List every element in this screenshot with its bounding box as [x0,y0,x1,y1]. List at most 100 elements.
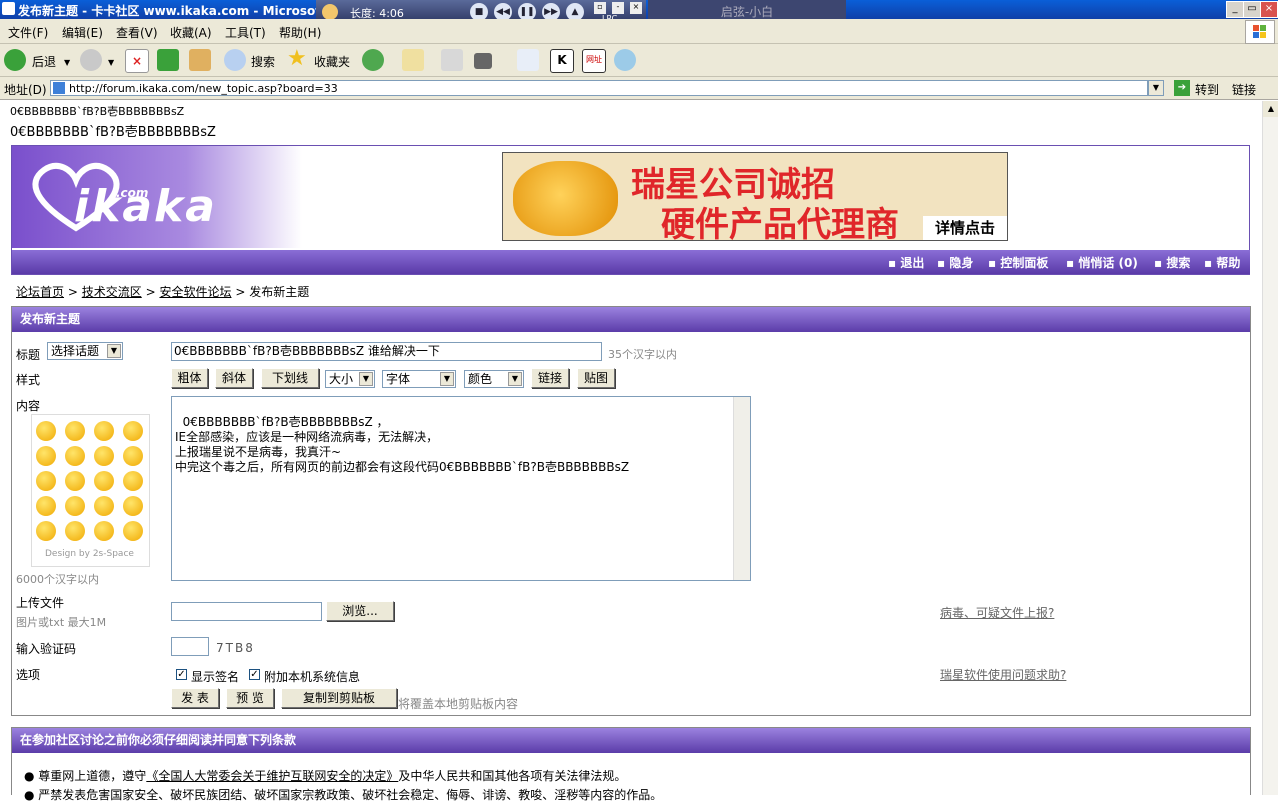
breadcrumb-home[interactable]: 论坛首页 [16,285,64,299]
color-select[interactable]: 颜色 ▼ [464,370,524,388]
smiley-icon[interactable] [94,446,114,466]
menu-view[interactable]: 查看(V) [116,24,158,41]
refresh-icon[interactable] [157,49,179,71]
smiley-icon[interactable] [36,446,56,466]
back-dropdown-icon[interactable]: ▼ [64,58,70,67]
banner-detail-button[interactable]: 详情点击 [923,216,1007,240]
favorites-icon[interactable]: ★ [287,48,307,70]
smiley-icon[interactable] [36,496,56,516]
menu-file[interactable]: 文件(F) [8,24,48,41]
smiley-icon[interactable] [36,521,56,541]
back-icon[interactable] [4,49,26,71]
address-dropdown-icon[interactable]: ▼ [1148,80,1164,96]
page-scrollbar[interactable]: ▲ [1262,101,1278,795]
forward-icon[interactable] [80,49,102,71]
breadcrumb-tech[interactable]: 技术交流区 [82,285,142,299]
maximize-button[interactable]: ▭ [1243,1,1261,18]
help-link[interactable]: 瑞星软件使用问题求助? [940,666,1066,683]
address-label: 地址(D) [4,83,47,97]
forward-dropdown-icon[interactable]: ▼ [108,58,114,67]
favorites-button-label[interactable]: 收藏夹 [314,53,350,70]
mail-icon[interactable] [402,49,424,71]
smiley-icon[interactable] [123,471,143,491]
player-close-button[interactable]: × [630,2,642,14]
edit-icon[interactable] [474,53,492,69]
menu-edit[interactable]: 编辑(E) [62,24,103,41]
smiley-icon[interactable] [36,471,56,491]
smiley-icon[interactable] [123,421,143,441]
k-tool-icon[interactable]: K [550,49,574,73]
smiley-icon[interactable] [94,496,114,516]
home-icon[interactable] [189,49,211,71]
menu-tools[interactable]: 工具(T) [225,24,266,41]
title-input[interactable]: 0€BBBBBBB`fB?B壱BBBBBBBsZ 谁给解决一下 [171,342,602,361]
menu-help[interactable]: 帮助(H) [279,24,321,41]
minimize-button[interactable]: _ [1226,1,1244,18]
search-button-label[interactable]: 搜索 [251,53,275,70]
stop-page-icon[interactable]: × [125,49,149,73]
player-minimize-button[interactable]: - [612,2,624,14]
content-hint: 6000个汉字以内 [16,573,99,586]
smiley-icon[interactable] [65,446,85,466]
link-button[interactable]: 链接 [531,368,569,388]
captcha-input[interactable] [171,637,209,656]
nav-logout[interactable]: ▪ 退出 [888,254,924,271]
address-input[interactable]: http://forum.ikaka.com/new_topic.asp?boa… [50,80,1148,96]
banner-ad[interactable]: 瑞星公司诚招 硬件产品代理商 详情点击 [502,152,1008,245]
content-textarea[interactable]: 0€BBBBBBB`fB?B壱BBBBBBBsZ ， IE全部感染，应该是一种网… [171,396,751,581]
go-arrow-icon[interactable]: ➔ [1174,80,1190,96]
font-select-value: 字体 [386,372,411,386]
people-icon[interactable] [614,49,636,71]
font-select[interactable]: 字体 ▼ [382,370,456,388]
smiley-icon[interactable] [65,421,85,441]
copy-button[interactable]: 复制到剪贴板 [281,688,397,708]
breadcrumb: 论坛首页 > 技术交流区 > 安全软件论坛 > 发布新主题 [16,283,309,300]
menu-favorites[interactable]: 收藏(A) [170,24,212,41]
image-button[interactable]: 贴图 [577,368,615,388]
history-icon[interactable] [362,49,384,71]
smiley-icon[interactable] [123,496,143,516]
nav-help[interactable]: ▪ 帮助 [1204,254,1240,271]
links-button[interactable]: 链接 [1232,81,1256,98]
smiley-icon[interactable] [94,471,114,491]
print-icon[interactable] [441,49,463,71]
smiley-icon[interactable] [36,421,56,441]
scroll-up-icon[interactable]: ▲ [1263,101,1278,117]
nav-messages[interactable]: ▪ 悄悄话 (0) [1066,254,1138,271]
smiley-icon[interactable] [65,496,85,516]
player-mini-button[interactable]: ▫ [594,2,606,14]
browse-button[interactable]: 浏览... [326,601,394,621]
messenger-icon[interactable] [517,49,539,71]
terms-law-link[interactable]: 《全国人大常委会关于维护互联网安全的决定》 [146,769,398,783]
go-button[interactable]: 转到 [1195,81,1219,98]
sysinfo-checkbox[interactable]: ✓ [249,669,260,680]
topic-select[interactable]: 选择话题 ▼ [47,342,123,360]
breadcrumb-security[interactable]: 安全软件论坛 [159,285,231,299]
nav-search[interactable]: ▪ 搜索 [1154,254,1190,271]
smiley-icon[interactable] [94,521,114,541]
search-icon[interactable] [224,49,246,71]
injected-code-small: 0€BBBBBBB`fB?B壱BBBBBBBsZ [10,105,185,118]
report-virus-link[interactable]: 病毒、可疑文件上报? [940,604,1054,621]
smiley-icon[interactable] [123,446,143,466]
bold-button[interactable]: 粗体 [171,368,208,388]
submit-button[interactable]: 发 表 [171,688,219,708]
file-input[interactable] [171,602,322,621]
signature-checkbox[interactable]: ✓ [176,669,187,680]
back-button-label[interactable]: 后退 [32,53,56,70]
smiley-icon[interactable] [65,471,85,491]
underline-button[interactable]: 下划线 [261,368,319,388]
close-button[interactable]: × [1260,1,1278,18]
smiley-icon[interactable] [123,521,143,541]
nav-control-panel[interactable]: ▪ 控制面板 [988,254,1048,271]
form-section-title: 发布新主题 [12,307,1250,332]
italic-button[interactable]: 斜体 [215,368,253,388]
smiley-icon[interactable] [94,421,114,441]
ikaka-logo[interactable]: ikaka .com [12,146,302,248]
preview-button[interactable]: 预 览 [226,688,274,708]
textarea-scrollbar[interactable] [733,397,750,580]
smiley-icon[interactable] [65,521,85,541]
nav-invisible[interactable]: ▪ 隐身 [937,254,973,271]
size-select[interactable]: 大小 ▼ [325,370,375,388]
web-tool-icon[interactable]: 网址 [582,49,606,73]
